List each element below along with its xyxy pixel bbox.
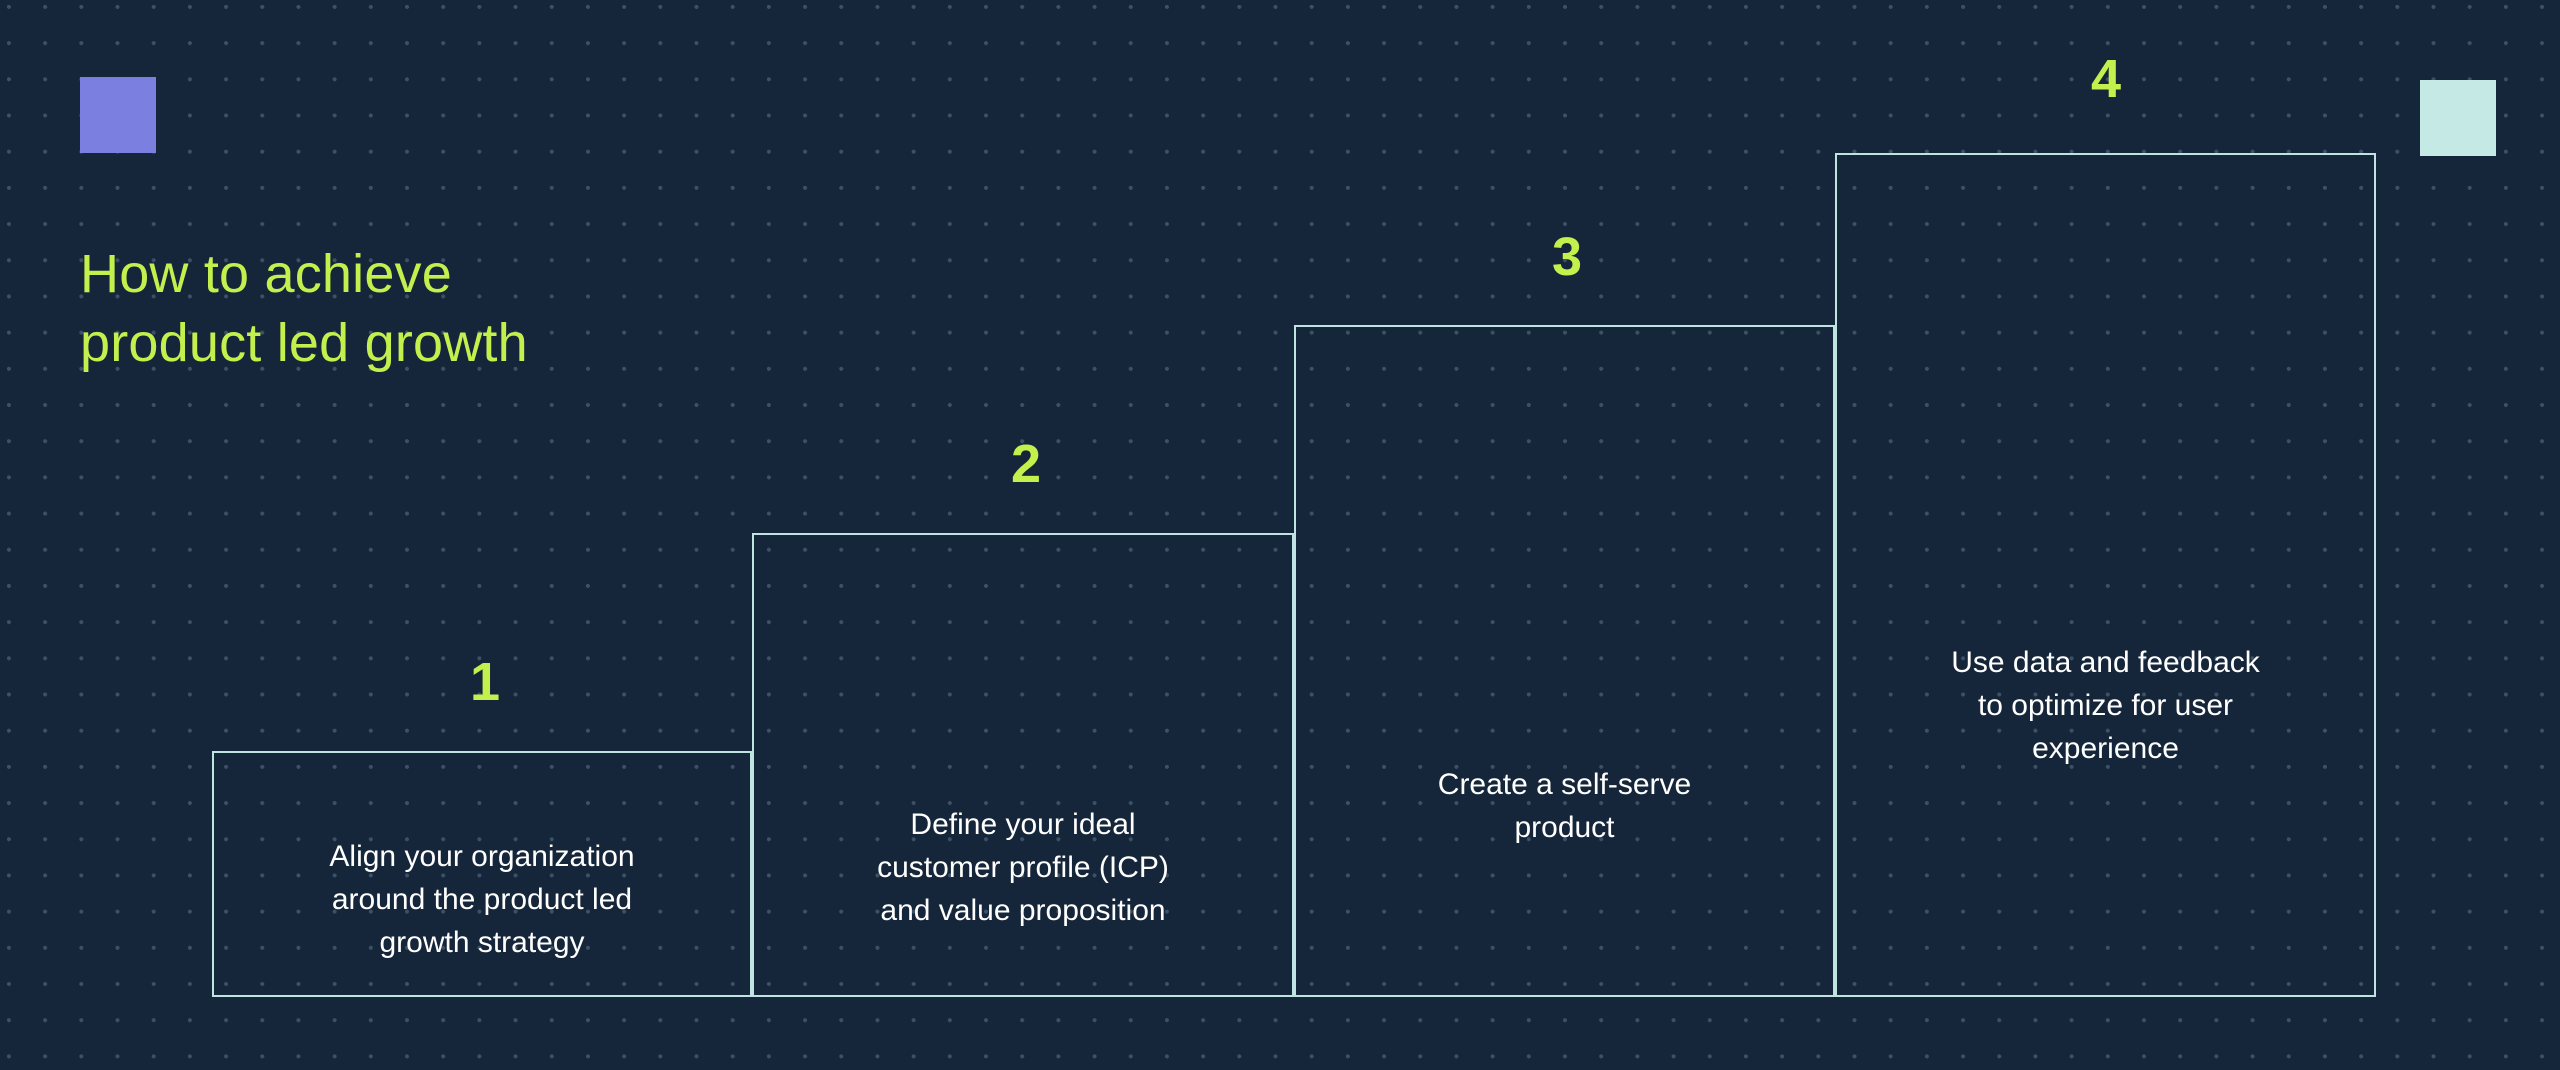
step-label-3: Create a self-serve product — [1437, 768, 1692, 845]
step-number-2: 2 — [1010, 434, 1042, 494]
step-bar-3: Create a self-serve product — [1294, 325, 1835, 997]
step-number-4: 4 — [2090, 49, 2122, 109]
step-label-1: Align your organization around the produ… — [329, 840, 635, 960]
step-bar-2: Define your ideal customer profile (ICP)… — [752, 533, 1294, 997]
staircase-chart: 1 Align your organization around the pro… — [0, 0, 2560, 1070]
step-number-3: 3 — [1551, 227, 1583, 287]
infographic-canvas: How to achieve product led growth 1 Alig… — [0, 0, 2560, 1070]
step-bar-1: Align your organization around the produ… — [212, 751, 752, 997]
step-label-4: Use data and feedback to optimize for us… — [1951, 646, 2260, 766]
step-bar-4: Use data and feedback to optimize for us… — [1835, 153, 2376, 997]
step-number-1: 1 — [469, 652, 501, 712]
step-label-2: Define your ideal customer profile (ICP)… — [877, 808, 1169, 928]
